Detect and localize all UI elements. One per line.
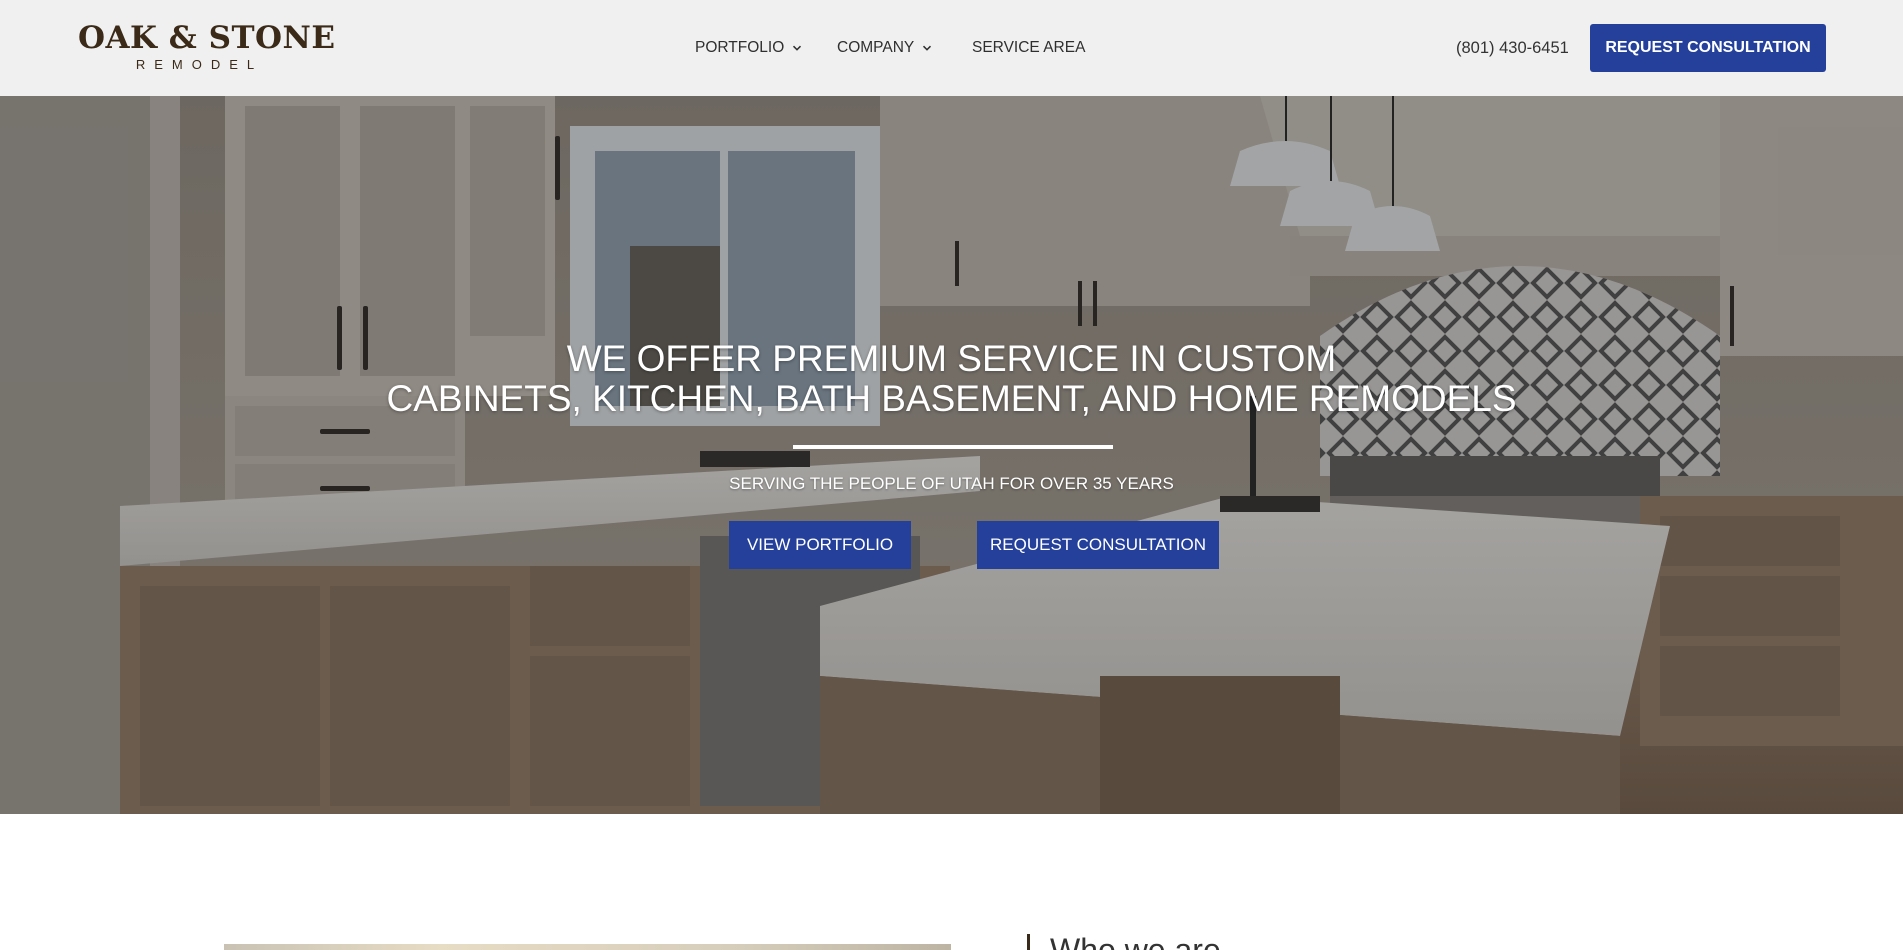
about-heading-accent (1027, 934, 1030, 950)
hero-title-line-1: WE OFFER PREMIUM SERVICE IN CUSTOM (566, 338, 1337, 379)
hero-title-line-2: CABINETS, KITCHEN, BATH BASEMENT, AND HO… (386, 378, 1517, 419)
about-image (224, 944, 951, 950)
view-portfolio-button[interactable]: VIEW PORTFOLIO (729, 521, 911, 569)
nav-item-portfolio[interactable]: PORTFOLIO (695, 38, 802, 58)
hero-request-consultation-button[interactable]: REQUEST CONSULTATION (977, 521, 1219, 569)
hero-section: WE OFFER PREMIUM SERVICE IN CUSTOM CABIN… (0, 96, 1903, 814)
phone-link[interactable]: (801) 430-6451 (1456, 37, 1569, 59)
hero-divider (793, 445, 1113, 449)
logo[interactable]: OAK & STONE REMODEL (78, 20, 336, 74)
site-header: OAK & STONE REMODEL PORTFOLIO COMPANY SE… (0, 0, 1903, 96)
about-heading: Who we are (1050, 932, 1221, 950)
hero-subtitle: SERVING THE PEOPLE OF UTAH FOR OVER 35 Y… (729, 474, 1174, 493)
nav-item-company[interactable]: COMPANY (837, 38, 932, 58)
nav-item-label: SERVICE AREA (972, 39, 1086, 56)
nav-item-label: PORTFOLIO (695, 39, 785, 56)
request-consultation-button[interactable]: REQUEST CONSULTATION (1590, 24, 1826, 72)
chevron-down-icon (792, 43, 802, 53)
chevron-down-icon (922, 43, 932, 53)
hero-overlay (0, 96, 1903, 814)
nav-item-service-area[interactable]: SERVICE AREA (972, 38, 1085, 58)
logo-wordmark: OAK & STONE (78, 20, 336, 56)
nav-item-label: COMPANY (837, 39, 915, 56)
logo-subtitle: REMODEL (135, 57, 264, 72)
hero-title: WE OFFER PREMIUM SERVICE IN CUSTOM CABIN… (300, 339, 1603, 419)
